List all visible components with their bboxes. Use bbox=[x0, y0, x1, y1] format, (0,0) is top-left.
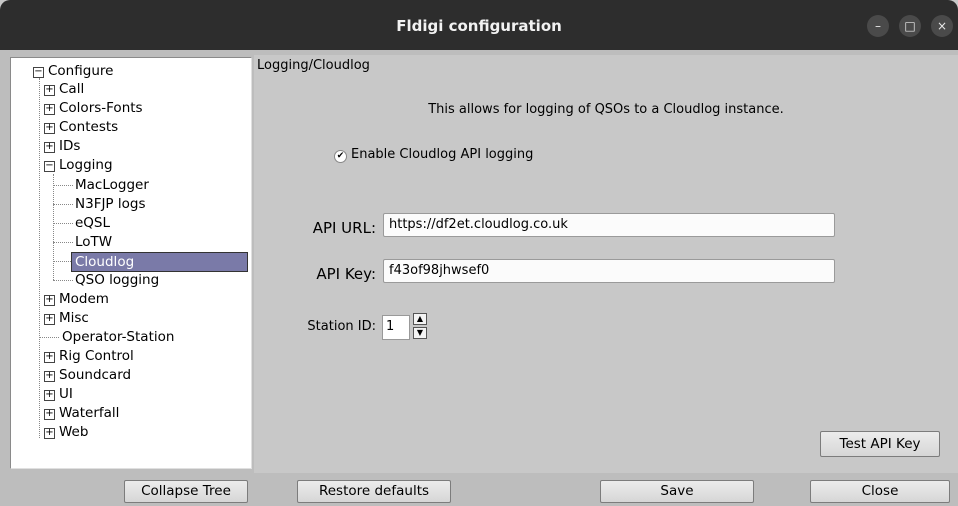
tree-label: IDs bbox=[59, 138, 81, 154]
config-tree[interactable]: − Configure + Call + Colors-Fonts + Contests… bbox=[10, 57, 252, 469]
tree-item-qso-logging[interactable]: QSO logging bbox=[75, 271, 159, 289]
tree-connector bbox=[53, 174, 54, 280]
tree-connector bbox=[53, 261, 73, 262]
enable-cloudlog-checkbox[interactable]: ✔ Enable Cloudlog API logging bbox=[334, 147, 533, 163]
expand-icon[interactable]: + bbox=[44, 428, 55, 439]
tree-item-n3fjp-logs[interactable]: N3FJP logs bbox=[75, 195, 145, 213]
expand-icon[interactable]: + bbox=[44, 409, 55, 420]
window-title: Fldigi configuration bbox=[396, 17, 562, 35]
tree-item-operator-station[interactable]: Operator-Station bbox=[62, 328, 174, 346]
tree-label: Rig Control bbox=[59, 348, 134, 364]
collapse-tree-button[interactable]: Collapse Tree bbox=[124, 480, 248, 503]
close-button[interactable]: Close bbox=[810, 480, 950, 503]
api-key-label: API Key: bbox=[316, 265, 376, 283]
tree-label: Contests bbox=[59, 119, 119, 135]
maximize-button[interactable]: □ bbox=[899, 15, 921, 37]
checkmark-icon[interactable]: ✔ bbox=[334, 150, 347, 163]
tree-connector bbox=[53, 204, 73, 205]
tree-label: Misc bbox=[59, 310, 89, 326]
tree-label: Waterfall bbox=[59, 405, 120, 421]
tree-item-maclogger[interactable]: MacLogger bbox=[75, 176, 149, 194]
station-id-label: Station ID: bbox=[307, 319, 376, 334]
tree-label: UI bbox=[59, 386, 73, 402]
tree-item-colors-fonts[interactable]: + Colors-Fonts bbox=[44, 99, 143, 117]
test-api-key-button[interactable]: Test API Key bbox=[820, 431, 940, 457]
footer-bar: Collapse Tree Restore defaults Save Clos… bbox=[0, 476, 958, 506]
api-key-input[interactable]: f43of98jhwsef0 bbox=[383, 259, 835, 283]
expand-icon[interactable]: + bbox=[44, 314, 55, 325]
save-button[interactable]: Save bbox=[600, 480, 754, 503]
tree-item-rig-control[interactable]: + Rig Control bbox=[44, 347, 134, 365]
tree-label: Configure bbox=[48, 63, 114, 79]
expand-icon[interactable]: + bbox=[44, 390, 55, 401]
api-url-input[interactable]: https://df2et.cloudlog.co.uk bbox=[383, 213, 835, 237]
tree-item-eqsl[interactable]: eQSL bbox=[75, 214, 110, 232]
tree-label: Logging bbox=[59, 157, 113, 173]
tree-item-ui[interactable]: + UI bbox=[44, 385, 73, 403]
expand-icon[interactable]: + bbox=[44, 104, 55, 115]
expand-icon[interactable]: + bbox=[44, 371, 55, 382]
tree-label: Web bbox=[59, 424, 89, 440]
tree-connector bbox=[53, 280, 73, 281]
tree-item-waterfall[interactable]: + Waterfall bbox=[44, 404, 119, 422]
station-id-down-button[interactable]: ▼ bbox=[413, 327, 427, 339]
tree-item-contests[interactable]: + Contests bbox=[44, 118, 118, 136]
station-id-up-button[interactable]: ▲ bbox=[413, 313, 427, 325]
tree-connector bbox=[39, 78, 40, 438]
tree-connector bbox=[53, 185, 73, 186]
tree-item-lotw[interactable]: LoTW bbox=[75, 233, 112, 251]
tree-item-cloudlog[interactable]: Cloudlog bbox=[71, 252, 248, 272]
tree-connector bbox=[53, 242, 73, 243]
expand-icon[interactable]: + bbox=[44, 295, 55, 306]
tree-item-modem[interactable]: + Modem bbox=[44, 290, 109, 308]
expand-icon[interactable]: + bbox=[44, 85, 55, 96]
tree-connector bbox=[39, 337, 59, 338]
settings-panel: Logging/Cloudlog This allows for logging… bbox=[254, 55, 958, 473]
expand-icon[interactable]: + bbox=[44, 142, 55, 153]
tree-item-web[interactable]: + Web bbox=[44, 423, 88, 441]
tree-item-soundcard[interactable]: + Soundcard bbox=[44, 366, 131, 384]
collapse-icon[interactable]: − bbox=[33, 67, 44, 78]
tree-connector bbox=[53, 223, 73, 224]
station-id-input[interactable]: 1 bbox=[382, 315, 410, 340]
panel-description: This allows for logging of QSOs to a Clo… bbox=[428, 102, 784, 117]
tree-item-call[interactable]: + Call bbox=[44, 80, 84, 98]
tree-label: Soundcard bbox=[59, 367, 132, 383]
tree-label: Colors-Fonts bbox=[59, 100, 143, 116]
dialog-body: − Configure + Call + Colors-Fonts + Contests… bbox=[0, 50, 958, 506]
tree-item-logging[interactable]: − Logging bbox=[44, 156, 113, 174]
enable-cloudlog-label: Enable Cloudlog API logging bbox=[351, 147, 534, 162]
minimize-button[interactable]: – bbox=[867, 15, 889, 37]
tree-item-misc[interactable]: + Misc bbox=[44, 309, 89, 327]
tree-item-ids[interactable]: + IDs bbox=[44, 137, 80, 155]
tree-root-configure[interactable]: − Configure bbox=[33, 62, 113, 80]
panel-breadcrumb: Logging/Cloudlog bbox=[257, 58, 370, 73]
close-window-button[interactable]: × bbox=[931, 15, 953, 37]
api-url-label: API URL: bbox=[312, 219, 376, 237]
expand-icon[interactable]: + bbox=[44, 123, 55, 134]
title-bar: Fldigi configuration – □ × bbox=[0, 0, 958, 50]
collapse-icon[interactable]: − bbox=[44, 161, 55, 172]
tree-label: Call bbox=[59, 81, 85, 97]
expand-icon[interactable]: + bbox=[44, 352, 55, 363]
tree-label: Modem bbox=[59, 291, 109, 307]
restore-defaults-button[interactable]: Restore defaults bbox=[297, 480, 451, 503]
